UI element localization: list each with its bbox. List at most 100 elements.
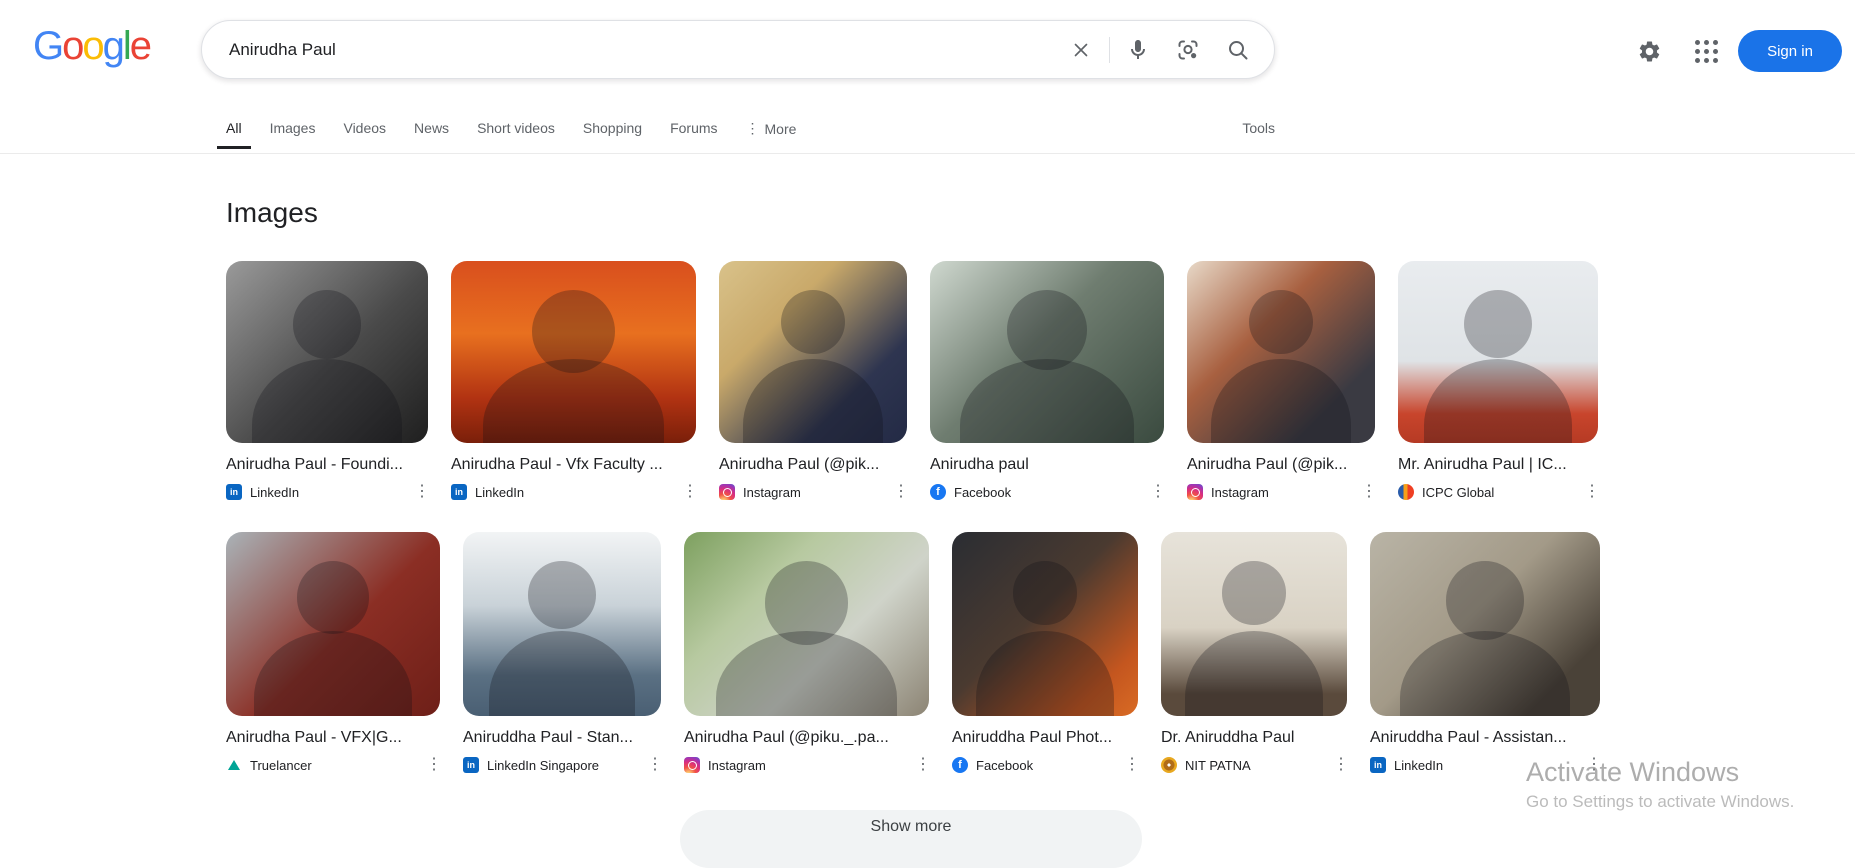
logo-letter: l [123, 24, 130, 68]
result-source[interactable]: LinkedIn [250, 485, 299, 500]
tab-shopping[interactable]: Shopping [583, 120, 642, 149]
more-options-icon[interactable]: ⋮ [414, 484, 428, 500]
tab-all[interactable]: All [226, 120, 242, 149]
tools-button[interactable]: Tools [1242, 120, 1275, 149]
more-options-icon[interactable]: ⋮ [1584, 484, 1598, 500]
more-options-icon[interactable]: ⋮ [1150, 484, 1164, 500]
result-source[interactable]: Facebook [954, 485, 1011, 500]
tab-short-videos[interactable]: Short videos [477, 120, 555, 149]
search-icon[interactable] [1226, 38, 1250, 62]
result-photo[interactable] [463, 532, 661, 716]
more-options-icon[interactable]: ⋮ [893, 484, 907, 500]
more-options-icon[interactable]: ⋮ [426, 757, 440, 773]
result-source[interactable]: Instagram [1211, 485, 1269, 500]
google-lens-icon[interactable] [1176, 38, 1200, 62]
result-photo[interactable] [226, 261, 428, 443]
result-source[interactable]: LinkedIn [1394, 758, 1443, 773]
instagram-icon [719, 484, 735, 500]
result-title[interactable]: Anirudha Paul - Foundi... [226, 456, 428, 474]
search-bar[interactable]: Anirudha Paul [201, 20, 1275, 79]
image-results-row-2: Anirudha Paul - VFX|G... Truelancer ⋮ An… [226, 532, 1600, 774]
result-title[interactable]: Aniruddha Paul - Stan... [463, 729, 661, 747]
result-title[interactable]: Anirudha Paul - VFX|G... [226, 729, 440, 747]
result-source[interactable]: Truelancer [250, 758, 312, 773]
tab-images[interactable]: Images [270, 120, 316, 149]
instagram-icon [1187, 484, 1203, 500]
result-photo[interactable] [1161, 532, 1347, 716]
result-photo[interactable] [1398, 261, 1598, 443]
result-photo[interactable] [719, 261, 907, 443]
more-options-icon[interactable]: ⋮ [1586, 757, 1600, 773]
image-result-card[interactable]: Aniruddha Paul Phot... Facebook ⋮ [952, 532, 1138, 774]
more-options-icon[interactable]: ⋮ [682, 484, 696, 500]
images-section-title: Images [226, 197, 318, 229]
truelancer-icon [226, 757, 242, 773]
tab-news[interactable]: News [414, 120, 449, 149]
tab-forums[interactable]: Forums [670, 120, 717, 149]
header-divider [0, 153, 1855, 154]
result-source[interactable]: NIT PATNA [1185, 758, 1251, 773]
google-apps-icon[interactable] [1695, 40, 1718, 63]
linkedin-icon [1370, 757, 1386, 773]
image-result-card[interactable]: Anirudha paul Facebook ⋮ [930, 261, 1164, 501]
voice-search-icon[interactable] [1126, 38, 1150, 62]
clear-search-icon[interactable] [1069, 38, 1093, 62]
image-result-card[interactable]: Anirudha Paul - VFX|G... Truelancer ⋮ [226, 532, 440, 774]
image-result-card[interactable]: Anirudha Paul - Foundi... LinkedIn ⋮ [226, 261, 428, 501]
result-source[interactable]: LinkedIn [475, 485, 524, 500]
result-photo[interactable] [930, 261, 1164, 443]
sign-in-button[interactable]: Sign in [1738, 30, 1842, 72]
result-source[interactable]: LinkedIn Singapore [487, 758, 599, 773]
image-result-card[interactable]: Aniruddha Paul - Assistan... LinkedIn ⋮ [1370, 532, 1600, 774]
more-options-icon[interactable]: ⋮ [915, 757, 929, 773]
result-title[interactable]: Aniruddha Paul Phot... [952, 729, 1138, 747]
tab-more[interactable]: ⋮ More [746, 120, 797, 150]
more-options-icon[interactable]: ⋮ [1361, 484, 1375, 500]
linkedin-icon [463, 757, 479, 773]
google-logo[interactable]: Google [33, 24, 150, 69]
more-vert-icon: ⋮ [746, 120, 760, 137]
facebook-icon [930, 484, 946, 500]
image-result-card[interactable]: Mr. Anirudha Paul | IC... ICPC Global ⋮ [1398, 261, 1598, 501]
result-title[interactable]: Anirudha Paul - Vfx Faculty ... [451, 456, 696, 474]
result-photo[interactable] [1187, 261, 1375, 443]
settings-gear-icon[interactable] [1637, 39, 1662, 64]
result-photo[interactable] [1370, 532, 1600, 716]
linkedin-icon [451, 484, 467, 500]
logo-letter: g [103, 24, 123, 68]
result-source[interactable]: Instagram [708, 758, 766, 773]
tab-videos[interactable]: Videos [343, 120, 386, 149]
result-photo[interactable] [952, 532, 1138, 716]
icpc-global-icon [1398, 484, 1414, 500]
result-title[interactable]: Anirudha Paul (@pik... [1187, 456, 1375, 474]
image-result-card[interactable]: Anirudha Paul (@piku._.pa... Instagram ⋮ [684, 532, 929, 774]
result-photo[interactable] [684, 532, 929, 716]
instagram-icon [684, 757, 700, 773]
result-source[interactable]: Instagram [743, 485, 801, 500]
image-result-card[interactable]: Dr. Aniruddha Paul NIT PATNA ⋮ [1161, 532, 1347, 774]
result-title[interactable]: Anirudha Paul (@pik... [719, 456, 907, 474]
logo-letter: o [82, 24, 102, 68]
result-title[interactable]: Dr. Aniruddha Paul [1161, 729, 1347, 747]
image-result-card[interactable]: Anirudha Paul - Vfx Faculty ... LinkedIn… [451, 261, 696, 501]
more-options-icon[interactable]: ⋮ [647, 757, 661, 773]
image-result-card[interactable]: Aniruddha Paul - Stan... LinkedIn Singap… [463, 532, 661, 774]
show-more-button[interactable]: Show more [680, 810, 1142, 868]
more-options-icon[interactable]: ⋮ [1333, 757, 1347, 773]
search-input[interactable]: Anirudha Paul [229, 21, 336, 78]
facebook-icon [952, 757, 968, 773]
result-source[interactable]: Facebook [976, 758, 1033, 773]
logo-letter: G [33, 24, 62, 68]
image-result-card[interactable]: Anirudha Paul (@pik... Instagram ⋮ [719, 261, 907, 501]
result-source[interactable]: ICPC Global [1422, 485, 1494, 500]
logo-letter: o [62, 24, 82, 68]
result-photo[interactable] [226, 532, 440, 716]
result-photo[interactable] [451, 261, 696, 443]
result-title[interactable]: Anirudha Paul (@piku._.pa... [684, 729, 929, 747]
more-options-icon[interactable]: ⋮ [1124, 757, 1138, 773]
result-title[interactable]: Aniruddha Paul - Assistan... [1370, 729, 1600, 747]
result-title[interactable]: Anirudha paul [930, 456, 1164, 474]
image-result-card[interactable]: Anirudha Paul (@pik... Instagram ⋮ [1187, 261, 1375, 501]
divider [1109, 37, 1110, 63]
result-title[interactable]: Mr. Anirudha Paul | IC... [1398, 456, 1598, 474]
